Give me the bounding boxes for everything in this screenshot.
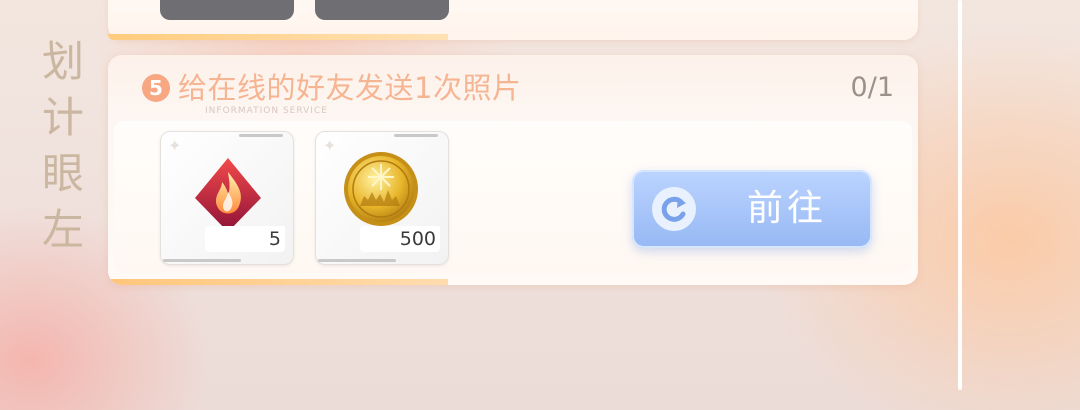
tile-foot xyxy=(318,259,396,262)
title-char: 左 xyxy=(41,205,84,254)
scroll-rail[interactable] xyxy=(958,0,962,390)
reward-quantity: 500 xyxy=(360,226,440,252)
reward-tile xyxy=(160,0,294,20)
reward-quantity: 5 xyxy=(205,226,285,252)
go-button[interactable]: 前往 xyxy=(632,170,872,248)
accent-bar xyxy=(108,279,448,285)
reward-tile xyxy=(315,0,449,20)
task-number-badge: 5 xyxy=(142,74,170,102)
tile-foot xyxy=(163,259,241,262)
task-header: 5 给在线的好友发送1次照片 0/1 INFORMATION SERVICE xyxy=(108,55,918,121)
accent-bar xyxy=(108,34,448,40)
tile-stripe xyxy=(394,134,438,137)
task-description: 给在线的好友发送1次照片 xyxy=(178,71,522,105)
sparkle-icon: ✦ xyxy=(168,136,182,155)
refresh-arrow-icon xyxy=(652,187,696,231)
vertical-page-title: 划 计 眼 左 xyxy=(38,34,88,258)
go-button-label: 前往 xyxy=(747,188,828,229)
reward-item[interactable]: ✦ 5 xyxy=(160,131,294,265)
reward-item[interactable]: ✦ 500 xyxy=(315,131,449,265)
previous-task-card xyxy=(108,0,918,40)
tile-stripe xyxy=(239,134,283,137)
task-sublabel: INFORMATION SERVICE xyxy=(205,106,328,116)
title-char: 眼 xyxy=(41,149,84,198)
title-char: 划 xyxy=(41,37,84,86)
title-char: 计 xyxy=(41,93,84,142)
sparkle-icon: ✦ xyxy=(323,136,337,155)
task-progress: 0/1 xyxy=(850,72,894,103)
gold-coin-icon xyxy=(344,152,418,226)
flame-crystal-icon xyxy=(195,158,261,232)
